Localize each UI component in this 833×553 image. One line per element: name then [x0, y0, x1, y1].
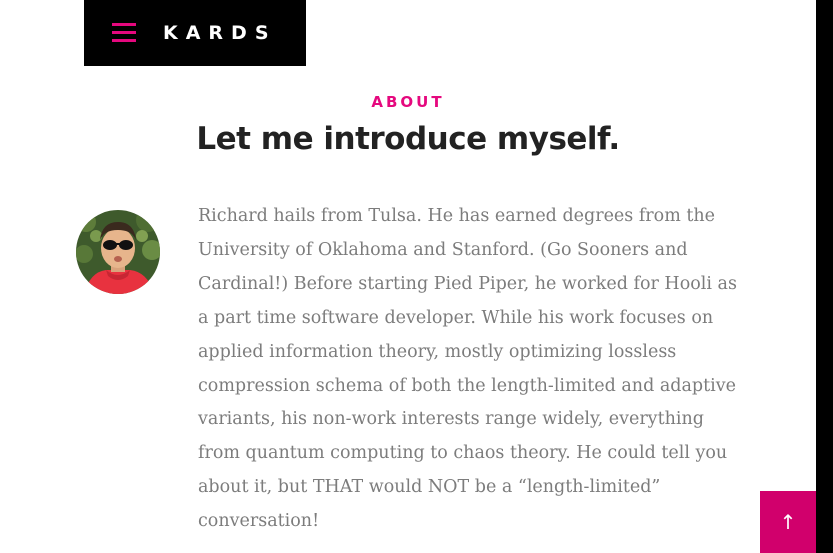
scrollbar-strip [816, 0, 833, 553]
arrow-up-icon: ↑ [779, 510, 797, 534]
back-to-top-button[interactable]: ↑ [760, 491, 816, 553]
bio-text: Richard hails from Tulsa. He has earned … [198, 206, 737, 532]
site-logo[interactable]: KARDS [163, 20, 277, 46]
menu-bar-top [112, 23, 136, 26]
hamburger-menu-icon[interactable] [112, 23, 136, 43]
section-label: ABOUT [371, 93, 445, 111]
avatar-photo [76, 210, 160, 294]
menu-bar-bottom [112, 39, 136, 42]
site-header: KARDS [84, 0, 306, 66]
menu-bar-middle [112, 31, 136, 34]
section-title: Let me introduce myself. [196, 121, 620, 157]
avatar [76, 210, 160, 294]
